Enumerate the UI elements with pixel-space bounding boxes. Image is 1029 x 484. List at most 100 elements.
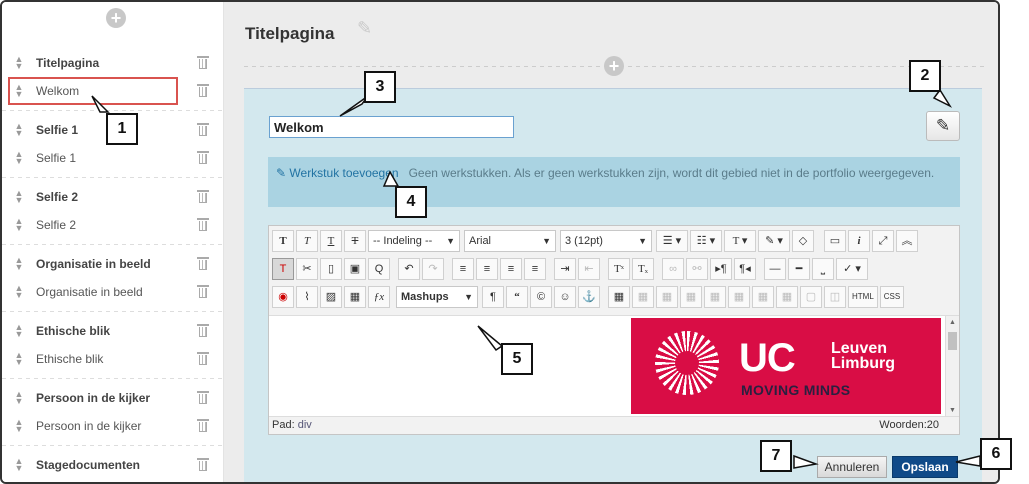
horizontal-line-icon[interactable]: — xyxy=(764,258,786,280)
html-button[interactable]: HTML xyxy=(848,286,878,308)
outdent-icon[interactable]: ⇤ xyxy=(578,258,600,280)
highlight-icon[interactable]: ✎ ▾ xyxy=(758,230,790,252)
insert-row-icon[interactable]: ▦ xyxy=(704,286,726,308)
record-icon[interactable]: ◉ xyxy=(272,286,294,308)
copyright-icon[interactable]: © xyxy=(530,286,552,308)
reorder-icon[interactable]: ▲ ▼ xyxy=(14,418,24,434)
sidebar-item-persoon[interactable]: ▲ ▼ Persoon in de kijker xyxy=(2,414,224,438)
find-icon[interactable]: Q xyxy=(368,258,390,280)
format-dropdown[interactable]: -- Indeling -- ▼ xyxy=(368,230,460,252)
pilcrow-icon[interactable]: ¶ xyxy=(482,286,504,308)
sidebar-item-stagedocumenten[interactable]: ▲ ▼ Stagedocumenten xyxy=(2,453,224,477)
mashups-dropdown[interactable]: Mashups ▼ xyxy=(396,286,478,308)
paste-text-icon[interactable]: T xyxy=(272,258,294,280)
thick-line-icon[interactable]: ━ xyxy=(788,258,810,280)
scroll-thumb[interactable] xyxy=(948,332,957,350)
trash-icon[interactable] xyxy=(197,217,209,231)
image-icon[interactable]: ▨ xyxy=(320,286,342,308)
emoticon-icon[interactable]: ☺ xyxy=(554,286,576,308)
delete-row-icon[interactable]: ▦ xyxy=(728,286,750,308)
preview-icon[interactable]: ▭ xyxy=(824,230,846,252)
cancel-button[interactable]: Annuleren xyxy=(817,456,887,478)
sidebar-item-persoon-section[interactable]: ▲ ▼ Persoon in de kijker xyxy=(2,386,224,410)
row-props-icon[interactable]: ▦ xyxy=(656,286,678,308)
superscript-icon[interactable]: Tˣ xyxy=(608,258,630,280)
trash-icon[interactable] xyxy=(197,457,209,471)
add-section-icon[interactable]: + xyxy=(106,8,126,28)
collapse-toolbar-icon[interactable]: ︽ xyxy=(896,230,918,252)
underline-icon[interactable]: T xyxy=(320,230,342,252)
indent-icon[interactable]: ⇥ xyxy=(554,258,576,280)
trash-icon[interactable] xyxy=(197,189,209,203)
trash-icon[interactable] xyxy=(197,122,209,136)
merge-cells-icon[interactable]: ▢ xyxy=(800,286,822,308)
sidebar-item-organisatie-section[interactable]: ▲ ▼ Organisatie in beeld xyxy=(2,252,224,276)
text-color-icon[interactable]: T ▾ xyxy=(724,230,756,252)
trash-icon[interactable] xyxy=(197,256,209,270)
unlink-icon[interactable]: ⚯ xyxy=(686,258,708,280)
eraser-icon[interactable]: ◇ xyxy=(792,230,814,252)
reorder-icon[interactable]: ▲ ▼ xyxy=(14,351,24,367)
undo-icon[interactable]: ↶ xyxy=(398,258,420,280)
reorder-icon[interactable]: ▲ ▼ xyxy=(14,457,24,473)
cell-props-icon[interactable]: ▦ xyxy=(680,286,702,308)
paste-icon[interactable]: ▣ xyxy=(344,258,366,280)
bullet-list-icon[interactable]: ☰ ▾ xyxy=(656,230,688,252)
trash-icon[interactable] xyxy=(197,323,209,337)
reorder-icon[interactable]: ▲ ▼ xyxy=(14,390,24,406)
reorder-icon[interactable]: ▲ ▼ xyxy=(14,256,24,272)
trash-icon[interactable] xyxy=(197,390,209,404)
add-block-icon[interactable]: + xyxy=(604,56,624,76)
sidebar-item-ethische[interactable]: ▲ ▼ Ethische blik xyxy=(2,347,224,371)
attachment-icon[interactable]: ⌇ xyxy=(296,286,318,308)
sidebar-item-selfie-1[interactable]: ▲ ▼ Selfie 1 xyxy=(2,146,224,170)
italic-icon[interactable]: T xyxy=(296,230,318,252)
reorder-icon[interactable]: ▲ ▼ xyxy=(14,122,24,138)
info-icon[interactable]: i xyxy=(848,230,870,252)
formula-icon[interactable]: ƒx xyxy=(368,286,390,308)
trash-icon[interactable] xyxy=(197,284,209,298)
reorder-icon[interactable]: ▲ ▼ xyxy=(14,189,24,205)
trash-icon[interactable] xyxy=(197,351,209,365)
align-left-icon[interactable]: ≡ xyxy=(452,258,474,280)
reorder-icon[interactable]: ▲ ▼ xyxy=(14,217,24,233)
save-button[interactable]: Opslaan xyxy=(892,456,958,478)
quote-icon[interactable]: “ xyxy=(506,286,528,308)
numbered-list-icon[interactable]: ☷ ▾ xyxy=(690,230,722,252)
rtl-icon[interactable]: ¶◂ xyxy=(734,258,756,280)
editor-content[interactable]: UC Leuven Limburg MOVING MINDS ▲ ▼ xyxy=(269,316,959,416)
trash-icon[interactable] xyxy=(197,150,209,164)
subscript-icon[interactable]: Tₓ xyxy=(632,258,654,280)
bold-icon[interactable]: T xyxy=(272,230,294,252)
font-dropdown[interactable]: Arial ▼ xyxy=(464,230,556,252)
split-cells-icon[interactable]: ◫ xyxy=(824,286,846,308)
reorder-icon[interactable]: ▲ ▼ xyxy=(14,323,24,339)
trash-icon[interactable] xyxy=(197,83,209,97)
insert-col-icon[interactable]: ▦ xyxy=(752,286,774,308)
block-title-input[interactable] xyxy=(269,116,514,138)
sidebar-item-selfie-2-section[interactable]: ▲ ▼ Selfie 2 xyxy=(2,185,224,209)
sidebar-item-organisatie[interactable]: ▲ ▼ Organisatie in beeld xyxy=(2,280,224,304)
spellcheck-icon[interactable]: ✓ ▾ xyxy=(836,258,868,280)
cut-icon[interactable]: ✂ xyxy=(296,258,318,280)
table-icon[interactable]: ▦ xyxy=(608,286,630,308)
reorder-icon[interactable]: ▲ ▼ xyxy=(14,284,24,300)
table-props-icon[interactable]: ▦ xyxy=(632,286,654,308)
sidebar-item-ethische-section[interactable]: ▲ ▼ Ethische blik xyxy=(2,319,224,343)
trash-icon[interactable] xyxy=(197,418,209,432)
add-artifact-link[interactable]: Werkstuk toevoegen xyxy=(289,166,398,180)
scroll-down-icon[interactable]: ▼ xyxy=(949,407,956,414)
align-right-icon[interactable]: ≡ xyxy=(500,258,522,280)
size-dropdown[interactable]: 3 (12pt) ▼ xyxy=(560,230,652,252)
media-icon[interactable]: ▦ xyxy=(344,286,366,308)
link-icon[interactable]: ∞ xyxy=(662,258,684,280)
nonbreaking-space-icon[interactable]: ⎵ xyxy=(812,258,834,280)
reorder-icon[interactable]: ▲ ▼ xyxy=(14,150,24,166)
ltr-icon[interactable]: ▸¶ xyxy=(710,258,732,280)
fullscreen-icon[interactable]: ⤢ xyxy=(872,230,894,252)
edit-title-pencil-icon[interactable]: ✎ xyxy=(357,18,372,39)
edit-pencil-button[interactable]: ✎ xyxy=(926,111,960,141)
css-button[interactable]: CSS xyxy=(879,286,905,308)
scroll-up-icon[interactable]: ▲ xyxy=(949,319,956,326)
redo-icon[interactable]: ↷ xyxy=(422,258,444,280)
